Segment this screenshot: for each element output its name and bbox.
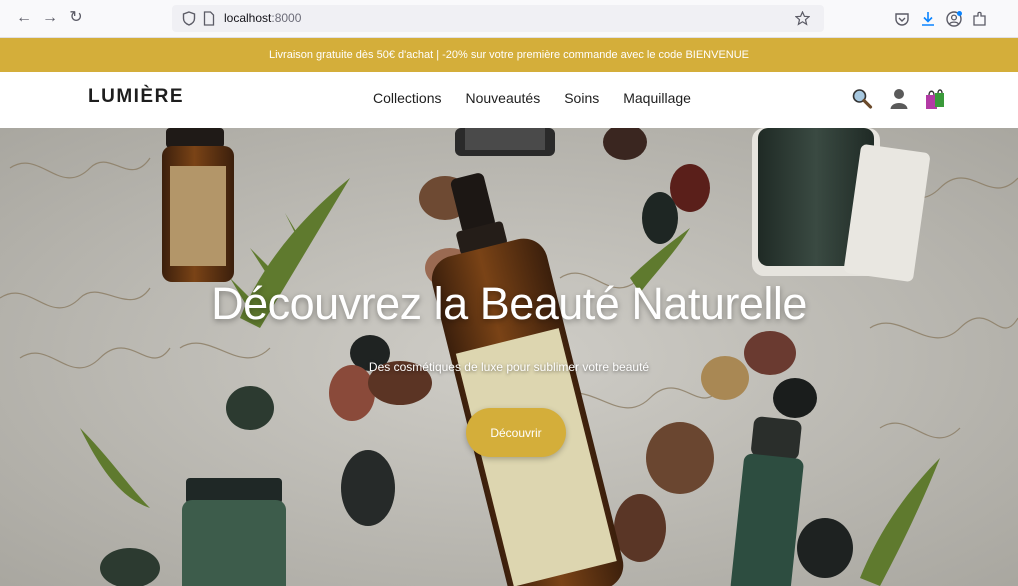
hero-section: Découvrez la Beauté Naturelle Des cosmét… <box>0 128 1018 586</box>
star-icon[interactable] <box>795 11 810 26</box>
account-icon[interactable] <box>945 10 963 28</box>
nav-item-collections[interactable]: Collections <box>373 90 441 106</box>
url-host: localhost <box>224 11 272 25</box>
hero-subtitle: Des cosmétiques de luxe pour sublimer vo… <box>368 360 650 374</box>
main-nav: Collections Nouveautés Soins Maquillage <box>373 90 691 106</box>
pocket-icon[interactable] <box>893 10 911 28</box>
search-icon[interactable] <box>851 87 873 111</box>
site-logo[interactable]: LUMIÈRE <box>88 86 184 108</box>
url-port: :8000 <box>271 11 302 25</box>
reload-icon[interactable]: ↻ <box>66 8 86 28</box>
nav-item-nouveautes[interactable]: Nouveautés <box>465 90 540 106</box>
promo-banner: Livraison gratuite dès 50€ d'achat | -20… <box>0 38 1018 72</box>
shopping-bag-icon[interactable] <box>924 87 946 111</box>
shield-icon <box>182 11 196 26</box>
hero-title: Découvrez la Beauté Naturelle <box>211 278 807 329</box>
discover-button[interactable]: Découvrir <box>466 408 566 457</box>
download-icon[interactable] <box>919 10 937 28</box>
back-arrow-icon[interactable]: ← <box>14 8 34 28</box>
extensions-icon[interactable] <box>971 10 989 28</box>
user-icon[interactable] <box>888 87 910 111</box>
nav-item-maquillage[interactable]: Maquillage <box>623 90 691 106</box>
site-header: LUMIÈRE Collections Nouveautés Soins Maq… <box>0 72 1018 128</box>
nav-item-soins[interactable]: Soins <box>564 90 599 106</box>
forward-arrow-icon[interactable]: → <box>40 8 60 28</box>
url-text: localhost:8000 <box>224 11 301 25</box>
url-bar[interactable]: localhost:8000 <box>172 5 824 32</box>
hero-background-image <box>0 128 1018 586</box>
browser-toolbar: ← → ↻ localhost:8000 <box>0 0 1018 38</box>
page-icon <box>203 11 215 26</box>
